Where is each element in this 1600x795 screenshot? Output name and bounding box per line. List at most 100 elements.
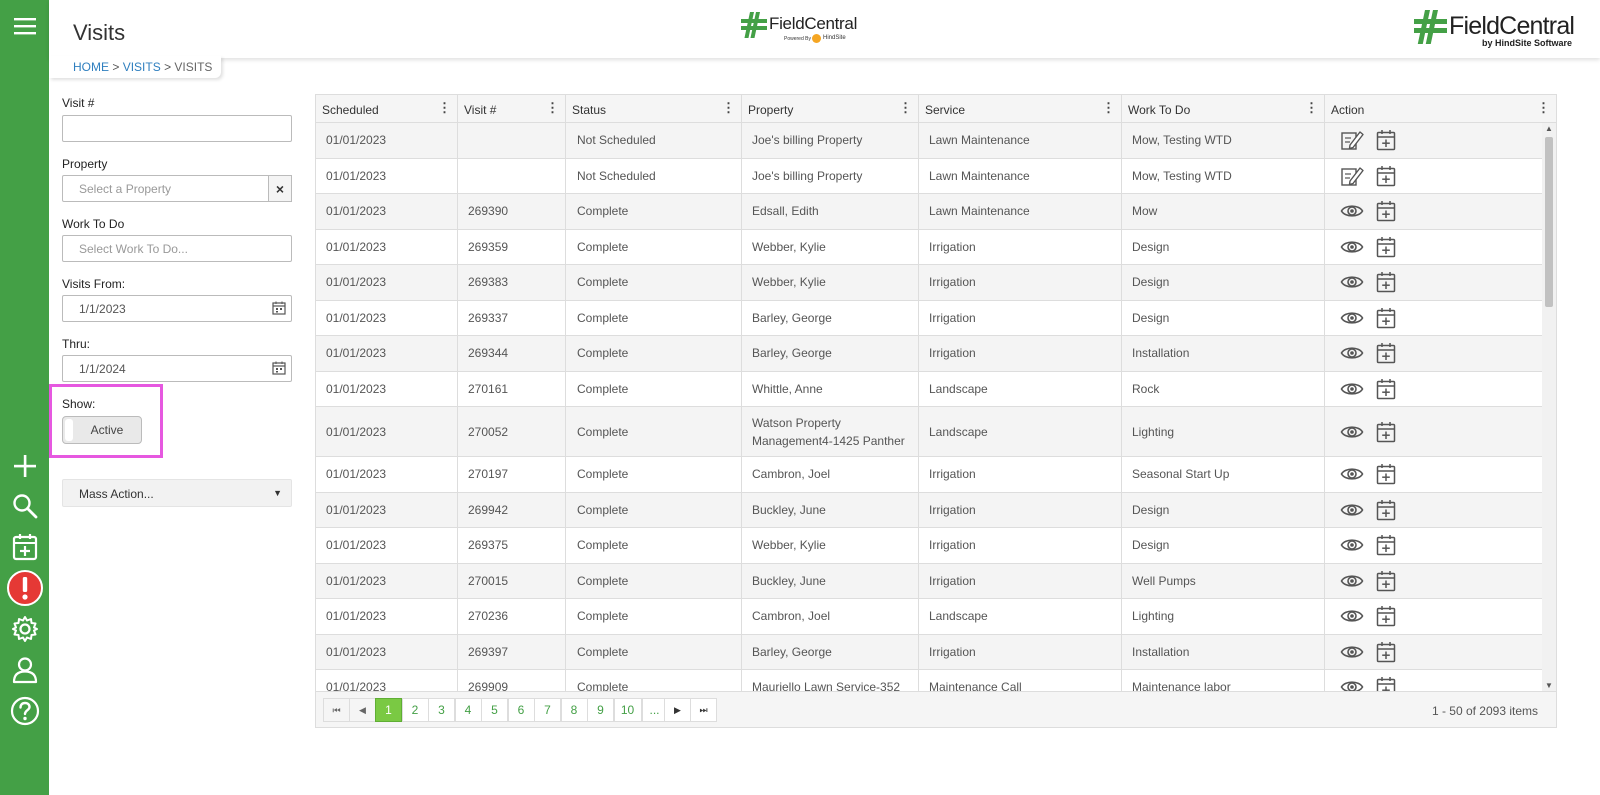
column-menu-icon[interactable]: ⋮ [1102,101,1115,114]
calendar-add-icon[interactable] [1374,342,1398,364]
calendar-add-icon[interactable] [1374,499,1398,521]
table-row[interactable]: 01/01/2023 Not Scheduled Joe's billing Pro… [316,158,1542,194]
calendar-add-icon[interactable] [1374,570,1398,592]
previous-page-icon[interactable]: ◀ [349,698,376,722]
table-row[interactable]: 01/01/2023 269390 Complete Edsall, Edith Law… [316,194,1542,230]
view-icon[interactable] [1340,421,1364,443]
table-row[interactable]: 01/01/2023 270161 Complete Whittle, Anne Lan… [316,371,1542,407]
column-menu-icon[interactable]: ⋮ [899,101,912,114]
table-row[interactable]: 01/01/2023 269344 Complete Barley, George Ir… [316,336,1542,372]
calendar-add-icon[interactable] [0,527,49,567]
calendar-add-icon[interactable] [1374,378,1398,400]
column-header-property[interactable]: Property ⋮ [742,95,919,123]
table-row[interactable]: 01/01/2023 270015 Complete Buckley, June Irr… [316,563,1542,599]
calendar-add-icon[interactable] [1374,165,1398,187]
last-page-icon[interactable]: ⏭ [690,698,717,722]
column-header-action[interactable]: Action ⋮ [1325,95,1556,123]
breadcrumb-visits-link[interactable]: VISITS [123,60,161,74]
view-icon[interactable] [1340,534,1364,556]
calendar-add-icon[interactable] [1374,641,1398,663]
view-icon[interactable] [1340,342,1364,364]
next-page-icon[interactable]: ▶ [664,698,691,722]
calendar-add-icon[interactable] [1374,236,1398,258]
property-clear-button[interactable]: × [268,175,292,202]
thru-date-input[interactable]: 1/1/2024 [62,355,292,382]
calendar-add-icon[interactable] [1374,421,1398,443]
calendar-add-icon[interactable] [1374,200,1398,222]
column-menu-icon[interactable]: ⋮ [546,101,559,114]
scrollbar-thumb[interactable] [1545,137,1553,307]
settings-icon[interactable] [0,609,49,649]
calendar-add-icon[interactable] [1374,271,1398,293]
edit-icon[interactable] [1340,129,1364,151]
cell-service: Landscape [919,371,1122,406]
edit-icon[interactable] [1340,165,1364,187]
table-row[interactable]: 01/01/2023 270197 Complete Cambron, Joel Irr… [316,457,1542,493]
grid-scrollbar[interactable]: ▲ ▼ [1542,123,1556,691]
view-icon[interactable] [1340,641,1364,663]
calendar-icon[interactable] [272,301,286,315]
view-icon[interactable] [1340,676,1364,691]
page-button-4[interactable]: 4 [454,698,482,722]
view-icon[interactable] [1340,463,1364,485]
table-row[interactable]: 01/01/2023 269942 Complete Buckley, June Irr… [316,492,1542,528]
calendar-add-icon[interactable] [1374,307,1398,329]
calendar-add-icon[interactable] [1374,463,1398,485]
page-button-6[interactable]: 6 [507,698,535,722]
work-to-do-select[interactable]: Select Work To Do... [62,235,292,262]
table-row[interactable]: 01/01/2023 269337 Complete Barley, George Ir… [316,300,1542,336]
column-header-visit-number[interactable]: Visit # ⋮ [458,95,566,123]
view-icon[interactable] [1340,378,1364,400]
column-menu-icon[interactable]: ⋮ [438,101,451,114]
table-row[interactable]: 01/01/2023 269383 Complete Webber, Kylie Irr… [316,265,1542,301]
alert-icon[interactable] [0,568,49,608]
user-icon[interactable] [0,650,49,690]
column-menu-icon[interactable]: ⋮ [1305,101,1318,114]
view-icon[interactable] [1340,605,1364,627]
table-row[interactable]: 01/01/2023 269359 Complete Webber, Kylie Irr… [316,229,1542,265]
view-icon[interactable] [1340,570,1364,592]
page-button-1[interactable]: 1 [375,698,402,722]
table-row[interactable]: 01/01/2023 269397 Complete Barley, George Ir… [316,634,1542,670]
calendar-icon[interactable] [272,361,286,375]
menu-icon[interactable] [0,6,49,46]
view-icon[interactable] [1340,499,1364,521]
page-button-8[interactable]: 8 [560,698,588,722]
table-row[interactable]: 01/01/2023 Not Scheduled Joe's billing Pro… [316,123,1542,159]
column-header-scheduled[interactable]: Scheduled ⋮ [316,95,458,123]
page-button-5[interactable]: 5 [481,698,508,722]
page-button-10[interactable]: 10 [613,698,642,722]
property-select[interactable]: Select a Property × [62,175,292,202]
first-page-icon[interactable]: ⏮ [323,698,350,722]
breadcrumb-home-link[interactable]: HOME [73,60,109,74]
page-button-7[interactable]: 7 [534,698,561,722]
visit-number-input[interactable] [62,115,292,142]
view-icon[interactable] [1340,271,1364,293]
add-icon[interactable] [0,446,49,486]
column-header-work-to-do[interactable]: Work To Do ⋮ [1122,95,1325,123]
page-button-2[interactable]: 2 [401,698,429,722]
view-icon[interactable] [1340,200,1364,222]
scroll-up-icon[interactable]: ▲ [1545,124,1553,133]
help-icon[interactable] [0,691,49,731]
column-header-status[interactable]: Status ⋮ [566,95,742,123]
view-icon[interactable] [1340,307,1364,329]
table-row[interactable]: 01/01/2023 270236 Complete Cambron, Joel Lan… [316,599,1542,635]
calendar-add-icon[interactable] [1374,534,1398,556]
mass-action-dropdown[interactable]: Mass Action... ▼ [62,479,292,507]
column-header-service[interactable]: Service ⋮ [919,95,1122,123]
search-icon[interactable] [0,486,49,526]
calendar-add-icon[interactable] [1374,676,1398,691]
page-button-9[interactable]: 9 [587,698,614,722]
calendar-add-icon[interactable] [1374,605,1398,627]
visits-from-date-input[interactable]: 1/1/2023 [62,295,292,322]
table-row[interactable]: 01/01/2023 269909 Complete Mauriello Lawn S… [316,670,1542,691]
column-menu-icon[interactable]: ⋮ [722,101,735,114]
view-icon[interactable] [1340,236,1364,258]
calendar-add-icon[interactable] [1374,129,1398,151]
column-menu-icon[interactable]: ⋮ [1537,101,1550,114]
table-row[interactable]: 01/01/2023 270052 Complete Watson Property … [316,407,1542,457]
table-row[interactable]: 01/01/2023 269375 Complete Webber, Kylie Irr… [316,528,1542,564]
scroll-down-icon[interactable]: ▼ [1545,681,1553,690]
page-button-3[interactable]: 3 [428,698,455,722]
